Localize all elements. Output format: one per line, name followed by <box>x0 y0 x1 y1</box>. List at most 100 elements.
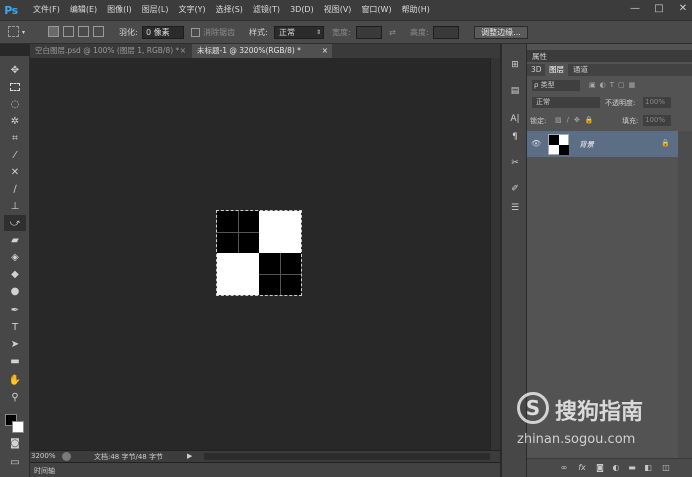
horizontal-scrollbar[interactable] <box>204 453 490 460</box>
mask-icon[interactable]: ◙ <box>595 463 605 473</box>
paint-bucket-icon[interactable]: ◈ <box>4 249 26 265</box>
panel-tabs: 3D 图层 通道 <box>527 64 692 76</box>
menu-3d[interactable]: 3D(D) <box>285 0 319 20</box>
quick-mask-icon[interactable]: ◙ <box>4 435 26 451</box>
menu-view[interactable]: 视图(V) <box>319 0 357 20</box>
refine-edge-button[interactable]: 调整边缘... <box>474 26 528 39</box>
canvas-pixel <box>259 253 301 295</box>
menu-image[interactable]: 图像(I) <box>102 0 137 20</box>
maximize-icon[interactable]: □ <box>652 2 666 16</box>
path-select-icon[interactable]: ➤ <box>4 336 26 352</box>
document-size: 文档:48 字节/48 字节 <box>94 453 163 461</box>
vertical-scrollbar[interactable] <box>490 58 500 450</box>
zoom-tool-icon[interactable]: ⚲ <box>4 389 26 405</box>
minimize-icon[interactable]: — <box>628 2 642 16</box>
eye-visibility-icon[interactable]: 👁 <box>531 139 541 148</box>
photoshop-logo: Ps <box>4 3 18 17</box>
tools-preset-icon[interactable]: ✂ <box>507 156 523 170</box>
swap-icon[interactable]: ⇄ <box>389 26 396 39</box>
fill-input[interactable]: 100% <box>643 115 671 126</box>
clone-stamp-icon[interactable]: ⊥ <box>4 198 26 214</box>
new-layer-icon[interactable]: ◧ <box>643 463 653 473</box>
group-folder-icon[interactable]: ▬ <box>627 463 637 473</box>
menu-layer[interactable]: 图层(L) <box>137 0 174 20</box>
status-icon[interactable] <box>62 452 71 461</box>
zoom-level[interactable]: 3200% <box>31 452 55 460</box>
layer-row-background[interactable]: 👁 背景 🔒 <box>527 131 678 157</box>
timeline-bar: 时间轴 <box>30 462 500 477</box>
filter-icons[interactable]: ▣◐T▢▦ <box>589 81 679 90</box>
blend-mode-select[interactable]: 正常 <box>532 97 600 108</box>
antialias-checkbox[interactable] <box>191 28 200 37</box>
character-panel-icon[interactable]: A| <box>507 112 523 126</box>
marquee-tool-icon[interactable] <box>4 79 26 95</box>
tab-3d[interactable]: 3D <box>527 64 546 76</box>
shape-tool-icon[interactable]: ▬ <box>4 353 26 369</box>
panel-header-title[interactable]: 属性 <box>532 51 547 62</box>
dodge-tool-icon[interactable]: ● <box>4 283 26 299</box>
background-color-swatch[interactable] <box>12 421 24 433</box>
opacity-input[interactable]: 100% <box>643 97 671 108</box>
layer-thumbnail <box>548 134 569 155</box>
blur-tool-icon[interactable]: ◆ <box>4 266 26 282</box>
lock-icons[interactable]: ▨∕✥🔒 <box>555 116 599 124</box>
tab-channels[interactable]: 通道 <box>569 64 592 76</box>
canvas-pixel <box>259 211 301 253</box>
subtract-selection-icon[interactable] <box>78 26 89 37</box>
magic-wand-icon[interactable]: ✲ <box>4 113 26 129</box>
hand-tool-icon[interactable]: ✋ <box>4 372 26 388</box>
menu-select[interactable]: 选择(S) <box>211 0 248 20</box>
eyedropper-icon[interactable]: ⁄ <box>4 147 26 163</box>
brush-tool-icon[interactable]: ∕ <box>4 181 26 197</box>
link-icon[interactable]: ∞ <box>559 463 569 473</box>
window-controls: — □ ✕ <box>628 2 690 16</box>
sogou-watermark: S 搜狗指南 zhinan.sogou.com <box>515 390 685 450</box>
healing-brush-icon[interactable]: ✕ <box>4 164 26 180</box>
fx-icon[interactable]: fx <box>577 463 587 473</box>
tab-layers[interactable]: 图层 <box>545 64 568 76</box>
crop-tool-icon[interactable]: ⌗ <box>4 130 26 146</box>
brush-preset-icon[interactable]: ✐ <box>507 182 523 196</box>
properties-panel-icon[interactable]: ☰ <box>507 201 523 215</box>
type-tool-icon[interactable]: T <box>4 319 26 335</box>
screen-mode-icon[interactable]: ▭ <box>4 454 26 470</box>
trash-icon[interactable]: ◫ <box>661 463 671 473</box>
lasso-tool-icon[interactable]: ◌ <box>4 96 26 112</box>
feather-input[interactable]: 0 像素 <box>142 26 184 39</box>
document-canvas[interactable] <box>216 210 302 296</box>
close-icon[interactable]: × <box>322 44 328 58</box>
add-selection-icon[interactable] <box>63 26 74 37</box>
marquee-preset-icon[interactable] <box>8 26 19 37</box>
move-tool-icon[interactable]: ✥ <box>4 62 26 78</box>
close-icon[interactable]: ✕ <box>676 2 690 16</box>
history-brush-icon[interactable]: ⤻ <box>4 215 26 231</box>
paragraph-panel-icon[interactable]: ¶ <box>507 130 523 144</box>
tab-untitled[interactable]: 未标题-1 @ 3200%(RGB/8) * × <box>192 44 332 58</box>
adjustments-panel-icon[interactable]: ▤ <box>507 84 523 98</box>
menu-file[interactable]: 文件(F) <box>28 0 65 20</box>
canvas-area[interactable] <box>30 58 490 450</box>
menu-filter[interactable]: 滤镜(T) <box>248 0 285 20</box>
intersect-selection-icon[interactable] <box>93 26 104 37</box>
lock-label: 锁定: <box>530 117 547 125</box>
pen-tool-icon[interactable]: ✒ <box>4 302 26 318</box>
panel-header: 属性 <box>527 50 692 62</box>
sogou-logo: S <box>517 392 549 424</box>
layer-name[interactable]: 背景 <box>579 139 594 150</box>
eraser-icon[interactable]: ▰ <box>4 232 26 248</box>
history-panel-icon[interactable]: ⊞ <box>507 58 523 72</box>
width-input[interactable] <box>356 26 382 39</box>
chevron-down-icon[interactable]: ▾ <box>22 26 25 39</box>
timeline-label[interactable]: 时间轴 <box>34 466 55 476</box>
close-icon[interactable]: × <box>180 44 186 58</box>
height-input[interactable] <box>433 26 459 39</box>
menu-window[interactable]: 窗口(W) <box>356 0 396 20</box>
status-arrow-icon[interactable]: ▶ <box>187 452 192 460</box>
menu-type[interactable]: 文字(Y) <box>173 0 210 20</box>
layer-filter-select[interactable]: ρ 类型 <box>532 80 580 91</box>
tab-blank-layer[interactable]: 空白图层.psd @ 100% (图层 1, RGB/8) * × <box>30 44 190 58</box>
menu-edit[interactable]: 编辑(E) <box>65 0 102 20</box>
adjustment-layer-icon[interactable]: ◐ <box>611 463 621 473</box>
menu-help[interactable]: 帮助(H) <box>397 0 435 20</box>
new-selection-icon[interactable] <box>48 26 59 37</box>
